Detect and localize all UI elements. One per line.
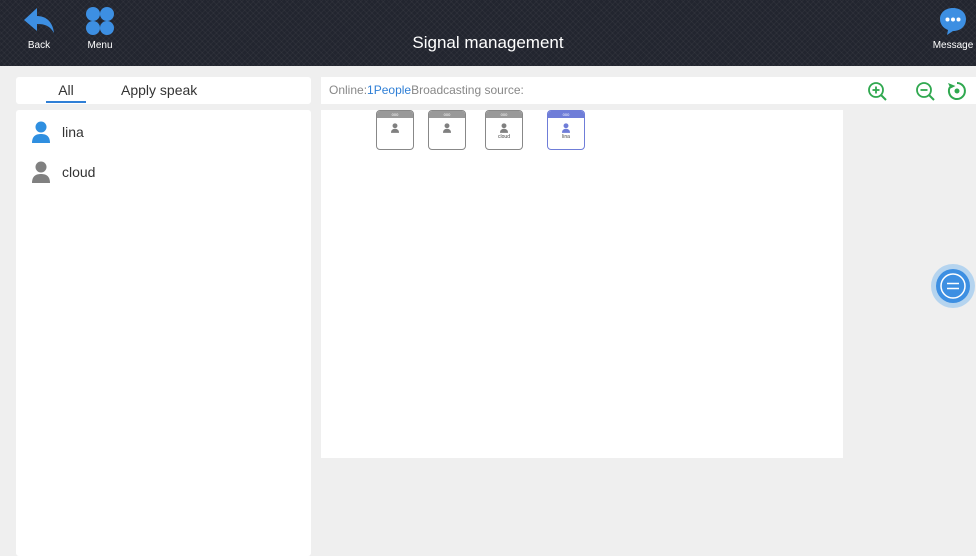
seat-card[interactable]: 000 xyxy=(428,110,466,150)
zoom-out-icon xyxy=(916,82,935,101)
menu-grid-icon xyxy=(86,7,114,35)
person-icon xyxy=(500,123,508,133)
tab-all[interactable]: All xyxy=(46,77,86,104)
tab-all-label: All xyxy=(58,82,74,98)
user-name: cloud xyxy=(62,164,96,180)
broadcasting-label: Broadcasting source: xyxy=(411,83,524,97)
person-icon xyxy=(391,123,399,133)
top-bar: Back Menu Signal management Message xyxy=(0,0,976,66)
page-title-wrap: Signal management xyxy=(0,0,976,66)
tab-apply-speak-label: Apply speak xyxy=(121,82,198,98)
seat-card[interactable]: 000 xyxy=(376,110,414,150)
reset-view-button[interactable] xyxy=(947,81,967,101)
back-arrow-icon xyxy=(24,8,54,33)
tab-apply-speak[interactable]: Apply speak xyxy=(121,77,197,104)
person-icon xyxy=(443,123,451,133)
seat-header: 000 xyxy=(377,111,413,118)
active-tab-indicator xyxy=(46,101,86,103)
seat-canvas[interactable]: 000 000 000 cloud 000 lina xyxy=(321,110,843,458)
seat-name: lina xyxy=(562,134,570,140)
person-icon xyxy=(562,123,570,133)
seat-header: 000 xyxy=(548,111,584,118)
user-list: lina cloud xyxy=(16,110,311,556)
seat-header: 000 xyxy=(486,111,522,118)
user-name: lina xyxy=(62,124,84,140)
online-status: Online:1PeopleBroadcasting source: xyxy=(329,77,524,104)
seat-card-cloud[interactable]: 000 cloud xyxy=(485,110,523,150)
page-title: Signal management xyxy=(412,33,564,52)
back-label: Back xyxy=(27,40,51,51)
seat-card-lina[interactable]: 000 lina xyxy=(547,110,585,150)
seat-header: 000 xyxy=(429,111,465,118)
online-prefix: Online: xyxy=(329,83,368,97)
online-unit: People xyxy=(373,83,412,97)
zoom-out-button[interactable] xyxy=(915,81,935,101)
back-button[interactable]: Back xyxy=(22,6,56,51)
floating-list-icon xyxy=(931,264,975,308)
zoom-in-button[interactable] xyxy=(867,81,887,101)
user-tabs: All Apply speak xyxy=(16,77,311,104)
person-icon xyxy=(32,161,50,183)
reset-icon xyxy=(947,82,966,100)
zoom-in-icon xyxy=(868,82,887,101)
floating-menu-button[interactable] xyxy=(930,263,976,309)
message-button[interactable]: Message xyxy=(932,6,974,51)
user-item-cloud[interactable]: cloud xyxy=(32,160,95,184)
message-label: Message xyxy=(932,40,974,51)
menu-button[interactable]: Menu xyxy=(82,6,118,51)
menu-label: Menu xyxy=(87,40,113,51)
seat-name: cloud xyxy=(498,134,510,140)
person-icon xyxy=(32,121,50,143)
online-count: 1 xyxy=(367,83,374,97)
user-item-lina[interactable]: lina xyxy=(32,120,84,144)
info-bar: Online:1PeopleBroadcasting source: xyxy=(321,77,976,104)
chat-bubble-icon xyxy=(940,8,966,35)
